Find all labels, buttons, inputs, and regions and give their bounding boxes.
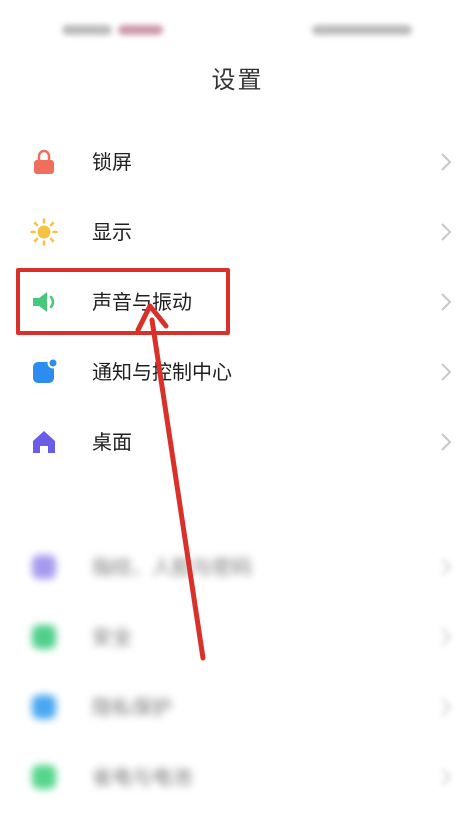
menu-item-home-screen[interactable]: 桌面 bbox=[0, 407, 475, 477]
menu-item-label: 隐私保护 bbox=[92, 695, 172, 719]
menu-item-lock-screen[interactable]: 锁屏 bbox=[0, 127, 475, 197]
menu-item-security[interactable]: 安全 bbox=[0, 602, 475, 672]
menu-item-display[interactable]: 显示 bbox=[0, 197, 475, 267]
menu-item-battery[interactable]: 省电与电池 bbox=[0, 742, 475, 812]
privacy-icon bbox=[32, 695, 56, 719]
menu-item-label: 省电与电池 bbox=[92, 765, 192, 789]
status-system-icons bbox=[312, 25, 412, 35]
menu-item-label: 通知与控制中心 bbox=[92, 360, 232, 384]
sun-icon bbox=[30, 218, 58, 246]
menu-item-label: 显示 bbox=[92, 220, 132, 244]
status-time bbox=[62, 25, 112, 35]
menu-item-notifications[interactable]: 通知与控制中心 bbox=[0, 337, 475, 407]
status-bar bbox=[0, 0, 475, 60]
chevron-right-icon bbox=[441, 223, 452, 241]
chevron-right-icon bbox=[441, 363, 452, 381]
menu-item-label: 指纹、人脸与密码 bbox=[92, 555, 252, 579]
shield-icon bbox=[32, 625, 56, 649]
notification-icon bbox=[33, 358, 58, 383]
menu-item-label: 安全 bbox=[92, 625, 132, 649]
fingerprint-icon bbox=[32, 555, 56, 579]
menu-item-fingerprint-face-password[interactable]: 指纹、人脸与密码 bbox=[0, 532, 475, 602]
chevron-right-icon bbox=[441, 558, 452, 576]
chevron-right-icon bbox=[441, 293, 452, 311]
chevron-right-icon bbox=[441, 768, 452, 786]
menu-item-label: 锁屏 bbox=[92, 150, 132, 174]
home-icon bbox=[33, 431, 55, 453]
chevron-right-icon bbox=[441, 628, 452, 646]
battery-icon bbox=[32, 765, 56, 789]
lock-icon bbox=[34, 149, 54, 174]
menu-item-label: 桌面 bbox=[92, 430, 132, 454]
status-notification-icons bbox=[118, 25, 163, 35]
menu-item-privacy[interactable]: 隐私保护 bbox=[0, 672, 475, 742]
chevron-right-icon bbox=[441, 153, 452, 171]
page-title: 设置 bbox=[211, 66, 264, 94]
highlight-box bbox=[16, 268, 230, 335]
chevron-right-icon bbox=[441, 433, 452, 451]
chevron-right-icon bbox=[441, 698, 452, 716]
